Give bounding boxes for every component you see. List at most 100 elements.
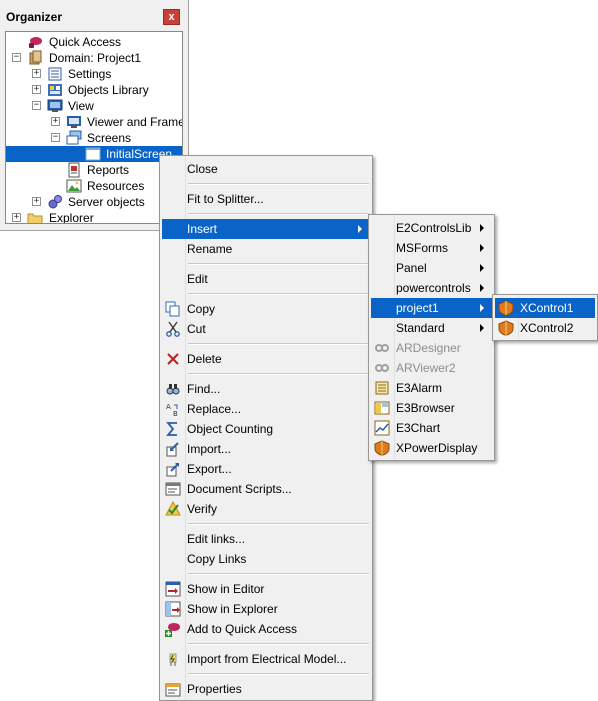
menu-separator (188, 643, 369, 645)
organizer-title: Organizer (6, 10, 63, 24)
submenu-item-standard[interactable]: Standard (371, 318, 492, 338)
menu-item-object-counting[interactable]: Object Counting (162, 419, 370, 439)
tree-item-screens[interactable]: − Screens (6, 130, 182, 146)
view-icon (47, 99, 63, 112)
project1-submenu: XControl1 XControl2 (492, 294, 598, 341)
collapse-icon[interactable]: − (51, 133, 60, 142)
menu-item-edit-links[interactable]: Edit links... (162, 529, 370, 549)
settings-icon (48, 67, 62, 81)
menu-item-copy-links[interactable]: Copy Links (162, 549, 370, 569)
svg-text:A: A (166, 403, 171, 411)
menu-item-document-scripts[interactable]: Document Scripts... (162, 479, 370, 499)
tree-item-server-objects[interactable]: + Server objects (6, 194, 182, 210)
resources-icon (66, 179, 82, 193)
menu-item-edit[interactable]: Edit (162, 269, 370, 289)
tree-item-initial-screen[interactable]: InitialScreen (6, 146, 182, 162)
menu-item-find[interactable]: Find... (162, 379, 370, 399)
tree-item-view[interactable]: − View (6, 98, 182, 114)
export-icon (166, 463, 179, 477)
insert-submenu: E2ControlsLib MSForms Panel powercontrol… (368, 214, 495, 461)
screen-icon (85, 147, 101, 161)
expand-icon[interactable]: + (32, 69, 41, 78)
menu-separator (188, 213, 369, 215)
submenu-item-xcontrol1[interactable]: XControl1 (495, 298, 595, 318)
server-objects-icon (48, 195, 62, 209)
collapse-icon[interactable]: − (32, 101, 41, 110)
menu-separator (188, 523, 369, 525)
menu-item-import-electrical-model[interactable]: Import from Electrical Model... (162, 649, 370, 669)
xcontrol-icon (498, 300, 514, 316)
menu-separator (188, 263, 369, 265)
submenu-arrow-icon (480, 304, 484, 312)
menu-item-show-in-explorer[interactable]: Show in Explorer (162, 599, 370, 619)
menu-item-replace[interactable]: AB Replace... (162, 399, 370, 419)
submenu-item-xpowerdisplay[interactable]: XPowerDisplay (371, 438, 492, 458)
menu-item-verify[interactable]: Verify (162, 499, 370, 519)
submenu-item-msforms[interactable]: MSForms (371, 238, 492, 258)
menu-separator (188, 293, 369, 295)
objects-library-icon (48, 84, 62, 96)
submenu-item-e3browser[interactable]: E3Browser (371, 398, 492, 418)
menu-item-insert[interactable]: Insert (162, 219, 370, 239)
organizer-tree[interactable]: Quick Access − Domain: Project1 + Settin… (5, 31, 183, 224)
submenu-item-xcontrol2[interactable]: XControl2 (495, 318, 595, 338)
tree-item-viewer-frames[interactable]: + Viewer and Frames (6, 114, 182, 130)
tree-item-quick-access[interactable]: Quick Access (6, 34, 182, 50)
arviewer-icon (375, 364, 389, 372)
submenu-arrow-icon (480, 244, 484, 252)
submenu-item-e3chart[interactable]: E3Chart (371, 418, 492, 438)
submenu-item-e2controlslib[interactable]: E2ControlsLib (371, 218, 492, 238)
explorer-folder-icon (27, 213, 43, 223)
submenu-item-e3alarm[interactable]: E3Alarm (371, 378, 492, 398)
menu-separator (188, 373, 369, 375)
add-quick-access-icon (165, 623, 180, 637)
submenu-item-arviewer2[interactable]: ARViewer2 (371, 358, 492, 378)
expand-icon[interactable]: + (32, 85, 41, 94)
xcontrol-icon (498, 320, 514, 336)
menu-separator (188, 573, 369, 575)
browser-icon (374, 401, 390, 415)
menu-item-delete[interactable]: Delete (162, 349, 370, 369)
svg-text:B: B (173, 410, 178, 417)
show-explorer-icon (165, 601, 181, 617)
sigma-icon (166, 422, 177, 436)
submenu-item-project1[interactable]: project1 (371, 298, 492, 318)
menu-item-copy[interactable]: Copy (162, 299, 370, 319)
reports-icon (68, 162, 80, 178)
ardesigner-icon (375, 344, 389, 352)
menu-separator (188, 343, 369, 345)
collapse-icon[interactable]: − (12, 53, 21, 62)
expand-icon[interactable]: + (51, 117, 60, 126)
menu-item-cut[interactable]: Cut (162, 319, 370, 339)
menu-item-show-in-editor[interactable]: Show in Editor (162, 579, 370, 599)
menu-item-add-to-quick-access[interactable]: Add to Quick Access (162, 619, 370, 639)
submenu-item-panel[interactable]: Panel (371, 258, 492, 278)
menu-item-properties[interactable]: Properties (162, 679, 370, 699)
expand-icon[interactable]: + (32, 197, 41, 206)
menu-item-import[interactable]: Import... (162, 439, 370, 459)
import-icon (166, 442, 179, 457)
domain-icon (29, 50, 42, 65)
screens-icon (66, 130, 82, 145)
menu-item-fit-to-splitter[interactable]: Fit to Splitter... (162, 189, 370, 209)
delete-icon (167, 353, 179, 365)
power-display-icon (374, 440, 390, 456)
submenu-item-powercontrols[interactable]: powercontrols (371, 278, 492, 298)
viewer-frames-icon (67, 116, 81, 128)
tree-item-settings[interactable]: + Settings (6, 66, 182, 82)
tree-item-explorer[interactable]: + Explorer (6, 210, 182, 223)
menu-item-export[interactable]: Export... (162, 459, 370, 479)
show-editor-icon (165, 581, 181, 597)
properties-icon (165, 683, 181, 697)
close-button[interactable]: x (163, 9, 180, 25)
submenu-arrow-icon (480, 324, 484, 332)
submenu-item-ardesigner[interactable]: ARDesigner (371, 338, 492, 358)
expand-icon[interactable]: + (12, 213, 21, 222)
menu-item-rename[interactable]: Rename (162, 239, 370, 259)
tree-item-resources[interactable]: Resources (6, 178, 182, 194)
menu-item-close[interactable]: Close (162, 159, 370, 179)
tree-item-domain[interactable]: − Domain: Project1 (6, 50, 182, 66)
tree-item-objects-library[interactable]: + Objects Library (6, 82, 182, 98)
tree-item-reports[interactable]: Reports (6, 162, 182, 178)
menu-separator (188, 183, 369, 185)
